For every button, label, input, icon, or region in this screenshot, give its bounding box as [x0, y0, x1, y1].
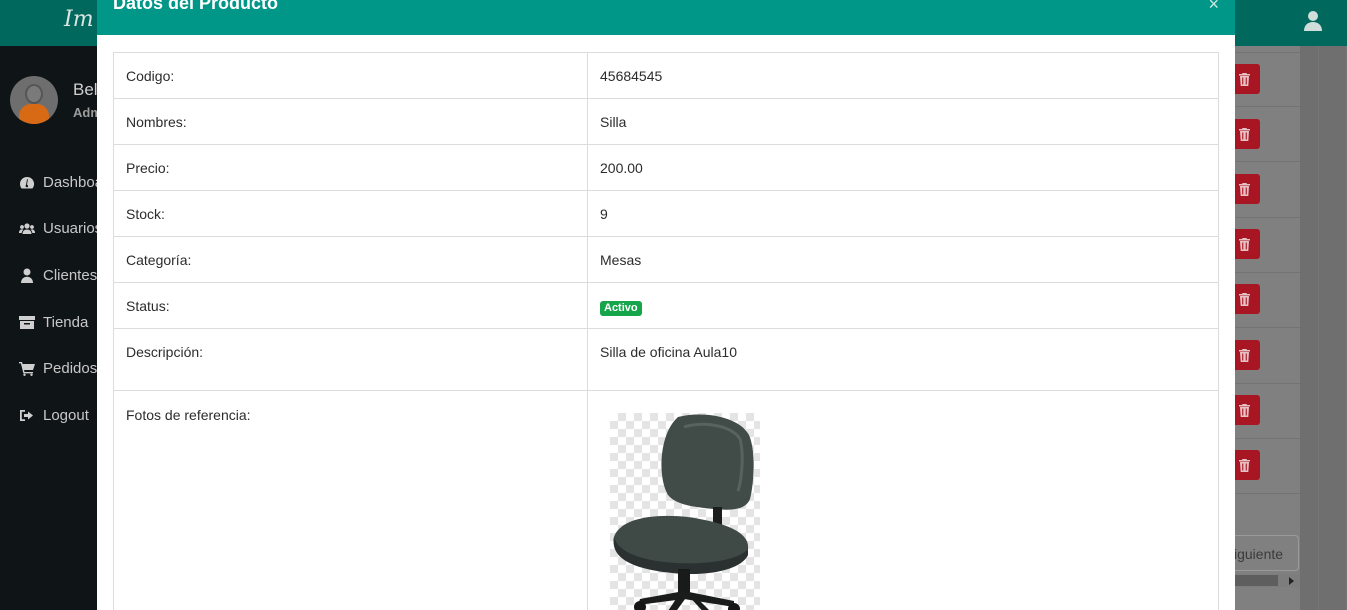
field-value	[587, 390, 1219, 610]
brand-logo[interactable]: Im	[64, 7, 94, 32]
field-value: 45684545	[587, 52, 1219, 99]
field-label: Status:	[113, 282, 588, 329]
field-value: Activo	[587, 282, 1219, 329]
trash-icon	[1239, 292, 1250, 306]
table-row: Categoría: Mesas	[113, 236, 1219, 283]
trash-icon	[1239, 127, 1250, 141]
field-label: Codigo:	[113, 52, 588, 99]
sidebar-item-label: Logout	[43, 406, 89, 424]
row-divider	[1228, 161, 1300, 162]
sidebar-item-label: Usuarios	[43, 220, 103, 238]
trash-icon	[1239, 348, 1250, 362]
table-row: Codigo: 45684545	[113, 52, 1219, 99]
user-name: Bel	[73, 80, 98, 99]
cart-icon	[18, 361, 35, 377]
user-icon	[18, 268, 35, 283]
sidebar-item-label: Tienda	[43, 313, 89, 331]
trash-icon	[1239, 458, 1250, 472]
product-photo[interactable]	[610, 413, 760, 610]
users-icon	[18, 221, 35, 236]
field-label: Stock:	[113, 190, 588, 237]
row-divider	[1228, 217, 1300, 218]
product-detail-table: Codigo: 45684545 Nombres: Silla Precio: …	[113, 52, 1219, 610]
scrollbar-thumb[interactable]	[1228, 575, 1278, 586]
modal-title: Datos del Producto	[113, 0, 279, 13]
sidebar-item-label: Dashboa	[43, 173, 104, 191]
logout-icon	[18, 408, 35, 423]
field-label: Precio:	[113, 144, 588, 191]
row-divider	[1228, 106, 1300, 107]
scrollbar-track[interactable]	[1319, 46, 1346, 610]
archive-icon	[18, 315, 35, 330]
modal-header: Datos del Producto ×	[97, 0, 1235, 35]
table-row: Precio: 200.00	[113, 144, 1219, 191]
close-icon[interactable]: ×	[1208, 0, 1219, 13]
row-divider	[1228, 493, 1300, 494]
table-row: Status: Activo	[113, 282, 1219, 329]
field-label: Categoría:	[113, 236, 588, 283]
vertical-scrollbar[interactable]	[1318, 46, 1347, 610]
table-row: Nombres: Silla	[113, 98, 1219, 145]
trash-icon	[1239, 72, 1250, 86]
scroll-right-arrow[interactable]	[1289, 577, 1294, 585]
office-chair-image	[613, 414, 754, 610]
field-value: 9	[587, 190, 1219, 237]
horizontal-scrollbar[interactable]	[1228, 574, 1300, 587]
field-label: Descripción:	[113, 328, 588, 391]
field-label: Nombres:	[113, 98, 588, 145]
table-row: Fotos de referencia:	[113, 390, 1219, 610]
user-menu-icon[interactable]	[1303, 10, 1323, 32]
field-value: Silla	[587, 98, 1219, 145]
table-row: Descripción: Silla de oficina Aula10	[113, 328, 1219, 391]
row-divider	[1228, 52, 1300, 53]
field-value: 200.00	[587, 144, 1219, 191]
row-divider	[1228, 438, 1300, 439]
sidebar-item-label: Pedidos	[43, 360, 98, 378]
product-detail-modal: Datos del Producto × Codigo: 45684545 No…	[97, 0, 1235, 610]
dashboard-icon	[18, 175, 35, 190]
row-divider	[1228, 327, 1300, 328]
row-divider	[1228, 272, 1300, 273]
status-badge: Activo	[600, 301, 642, 316]
field-label: Fotos de referencia:	[113, 390, 588, 610]
trash-icon	[1239, 403, 1250, 417]
trash-icon	[1239, 182, 1250, 196]
avatar	[10, 76, 58, 124]
row-divider	[1228, 383, 1300, 384]
trash-icon	[1239, 237, 1250, 251]
field-value: Silla de oficina Aula10	[587, 328, 1219, 391]
table-row: Stock: 9	[113, 190, 1219, 237]
sidebar-item-label: Clientes	[43, 266, 98, 284]
pagination-next-button[interactable]: iguiente	[1228, 535, 1299, 571]
field-value: Mesas	[587, 236, 1219, 283]
